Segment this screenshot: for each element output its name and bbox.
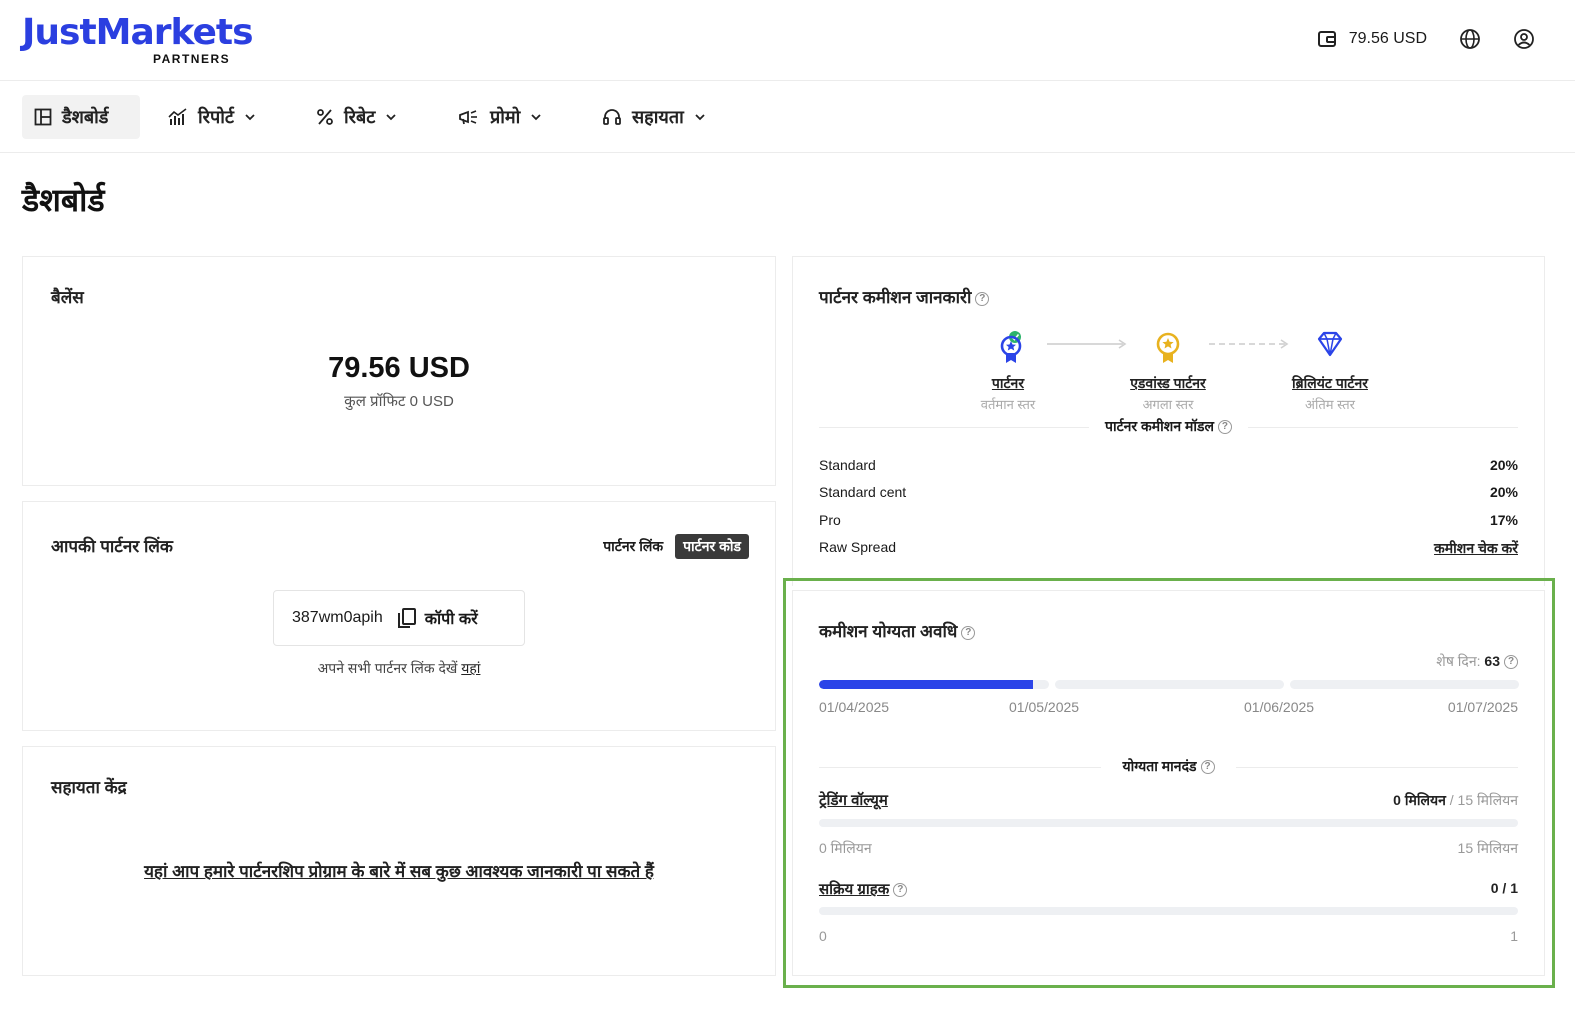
diamond-icon — [1317, 331, 1343, 357]
help-icon[interactable]: ? — [975, 291, 990, 306]
globe-icon[interactable] — [1459, 28, 1481, 50]
balance-card: बैलेंस 79.56 USD कुल प्रॉफिट 0 USD — [22, 256, 776, 486]
chevron-down-icon — [695, 114, 705, 121]
nav-support[interactable]: सहायता — [590, 95, 718, 139]
help-center-card: सहायता केंद्र यहां आप हमारे पार्टनरशिप प… — [22, 746, 776, 976]
level-advanced-name[interactable]: एडवांस्ड पार्टनर — [1108, 374, 1228, 393]
level-advanced-sub: अगला स्तर — [1142, 397, 1194, 412]
commission-card-title-wrap: पार्टनर कमीशन जानकारी? — [819, 285, 990, 308]
toggle-partner-link[interactable]: पार्टनर लिंक — [603, 537, 663, 556]
model-row-name: Raw Spread — [819, 539, 897, 555]
total-profit: कुल प्रॉफिट 0 USD — [344, 393, 454, 410]
commission-card-title: पार्टनर कमीशन जानकारी — [819, 288, 972, 307]
nav-reports[interactable]: रिपोर्ट — [156, 95, 268, 139]
chevron-down-icon — [386, 114, 397, 121]
model-row: Raw Spread कमीशन चेक करें — [819, 539, 1518, 558]
model-row: Standard cent 20% — [819, 484, 1518, 500]
chevron-down-icon — [531, 114, 541, 121]
dashboard-icon — [34, 108, 52, 126]
nav-rebate-label: रिबेट — [344, 107, 376, 127]
nav-support-label: सहायता — [632, 107, 684, 127]
balance-card-title: बैलेंस — [51, 288, 84, 307]
nav-dashboard[interactable]: डैशबोर्ड — [22, 95, 140, 139]
page-title: डैशबोर्ड — [22, 182, 105, 218]
all-links-link[interactable]: यहां — [461, 660, 480, 676]
percent-icon — [317, 109, 333, 125]
copy-label: कॉपी करें — [424, 611, 478, 628]
help-center-title: सहायता केंद्र — [51, 778, 127, 797]
level-brilliant: ब्रिलियंट पार्टनर अंतिम स्तर — [1270, 329, 1390, 413]
nav-reports-label: रिपोर्ट — [198, 107, 234, 127]
nav-promo-label: प्रोमो — [490, 107, 521, 127]
justmarkets-logo[interactable]: JustMarkets PARTNERS — [22, 12, 254, 67]
headset-icon — [603, 109, 621, 125]
header-actions: 79.56 USD — [1317, 28, 1535, 50]
partner-code-box: 387wm0apih कॉपी करें — [273, 590, 525, 646]
partner-link-title: आपकी पार्टनर लिंक — [51, 537, 173, 556]
level-partner: पार्टनर वर्तमान स्तर — [948, 329, 1068, 413]
balance-amount: 79.56 USD — [328, 352, 470, 384]
nav-promo[interactable]: प्रोमो — [446, 95, 554, 139]
partner-code-value: 387wm0apih — [292, 609, 383, 626]
level-brilliant-name[interactable]: ब्रिलियंट पार्टनर — [1270, 374, 1390, 393]
blue-medal-icon — [1000, 331, 1022, 363]
gold-medal-icon — [1156, 332, 1180, 363]
logo-sub-text: PARTNERS — [153, 52, 231, 66]
level-brilliant-sub: अंतिम स्तर — [1305, 397, 1355, 412]
nav-rebate[interactable]: रिबेट — [304, 95, 409, 139]
model-row-name: Pro — [819, 512, 841, 528]
megaphone-icon — [459, 110, 477, 125]
nav-dashboard-label: डैशबोर्ड — [62, 107, 109, 127]
all-links-text: अपने सभी पार्टनर लिंक देखें — [317, 660, 458, 676]
model-row-value: 20% — [1489, 484, 1518, 500]
chevron-down-icon — [245, 114, 255, 121]
model-row-value: 20% — [1489, 457, 1518, 473]
highlight-frame — [783, 578, 1555, 988]
wallet-icon — [1317, 31, 1336, 47]
help-icon[interactable]: ? — [1217, 420, 1232, 435]
partner-commission-card: पार्टनर कमीशन जानकारी? पार्टनर वर्तमान स… — [792, 256, 1545, 586]
main-nav: डैशबोर्ड रिपोर्ट रिबेट प्रोमो सहायता — [0, 81, 1575, 153]
model-row: Standard 20% — [819, 457, 1518, 473]
toggle-partner-code[interactable]: पार्टनर कोड — [675, 534, 749, 559]
commission-model-title: पार्टनर कमीशन मॉडल — [1105, 418, 1214, 434]
header-balance-text: 79.56 USD — [1348, 30, 1427, 47]
logo-main-text: JustMarkets — [22, 12, 254, 53]
copy-button[interactable]: कॉपी करें — [397, 607, 478, 629]
partner-link-card: आपकी पार्टनर लिंक पार्टनर लिंक पार्टनर क… — [22, 501, 776, 731]
copy-icon — [397, 608, 416, 628]
commission-model-title-wrap: पार्टनर कमीशन मॉडल? — [793, 417, 1544, 436]
level-partner-name[interactable]: पार्टनर — [948, 374, 1068, 393]
user-icon[interactable] — [1513, 28, 1535, 50]
header-balance[interactable]: 79.56 USD — [1317, 29, 1427, 49]
model-row-name: Standard — [819, 457, 876, 473]
model-row-value: 17% — [1489, 512, 1518, 528]
top-header: JustMarkets PARTNERS 79.56 USD — [0, 0, 1575, 81]
all-links-note: अपने सभी पार्टनर लिंक देखें यहां — [23, 659, 775, 678]
level-partner-sub: वर्तमान स्तर — [980, 397, 1036, 412]
help-center-link[interactable]: यहां आप हमारे पार्टनरशिप प्रोग्राम के बा… — [23, 859, 775, 882]
model-row-name: Standard cent — [819, 484, 907, 500]
link-code-toggle: पार्टनर लिंक पार्टनर कोड — [603, 534, 749, 559]
check-commission-link[interactable]: कमीशन चेक करें — [1434, 539, 1518, 558]
chart-icon — [168, 108, 187, 125]
level-advanced: एडवांस्ड पार्टनर अगला स्तर — [1108, 329, 1228, 413]
model-row: Pro 17% — [819, 512, 1518, 528]
